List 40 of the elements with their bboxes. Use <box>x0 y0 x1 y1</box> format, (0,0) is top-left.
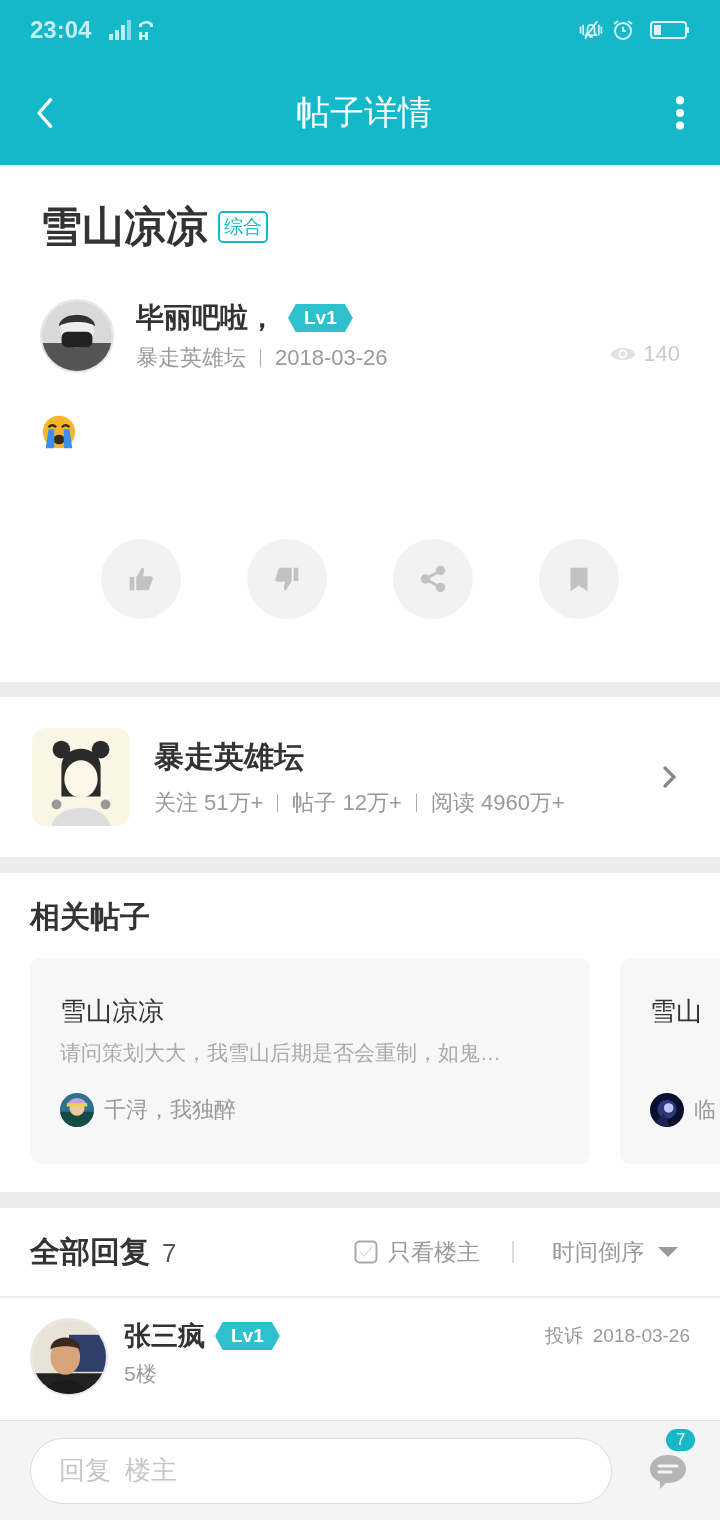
related-post-title: 雪山凉凉 <box>60 995 165 1028</box>
post-date: 2018-03-26 <box>275 345 388 371</box>
crying-face-icon <box>40 413 78 451</box>
reply-date: 2018-03-26 <box>592 1325 690 1347</box>
comment-count-badge: 7 <box>666 1428 696 1451</box>
section-title: 相关帖子 <box>30 899 151 935</box>
battery-icon <box>650 20 690 40</box>
category-tag: 综合 <box>218 211 268 243</box>
section-title: 全部回复 <box>30 1233 150 1270</box>
related-post-card[interactable]: 雪山 临 <box>620 958 720 1164</box>
eye-icon <box>609 345 638 363</box>
author-name[interactable]: 临 <box>694 1095 716 1125</box>
reply-input-field[interactable]: 回复 楼主 <box>30 1437 612 1504</box>
page-title: 帖子详情 <box>295 91 433 133</box>
forum-stat: 阅读 4960万+ <box>430 788 565 817</box>
forum-name[interactable]: 暴走英雄坛 <box>136 343 246 373</box>
report-link[interactable]: 投诉 <box>544 1323 583 1349</box>
forum-stat: 关注 51万+ <box>154 788 264 817</box>
reply-count: 7 <box>162 1237 177 1269</box>
author-name[interactable]: 毕丽吧啦， <box>136 299 276 337</box>
post-title: 雪山凉凉 <box>40 202 208 252</box>
chevron-right-icon[interactable] <box>662 765 676 789</box>
related-post-excerpt: 请问策划大大，我雪山后期是否会重制，如鬼… <box>60 1040 502 1065</box>
level-badge: Lv1 <box>288 304 353 332</box>
level-badge: Lv1 <box>215 1322 280 1350</box>
author-name[interactable]: 千浔，我独醉 <box>104 1095 236 1125</box>
author-name[interactable]: 张三疯 <box>124 1318 205 1354</box>
floor-number: 5楼 <box>124 1361 158 1387</box>
more-icon[interactable] <box>674 94 686 131</box>
related-post-title: 雪山 <box>650 995 703 1028</box>
checkbox[interactable] <box>354 1240 378 1264</box>
related-post-card[interactable]: 雪山凉凉 请问策划大大，我雪山后期是否会重制，如鬼… 千浔，我独醉 <box>30 958 590 1164</box>
owner-only-toggle[interactable]: 只看楼主 <box>354 1236 480 1268</box>
forum-stat: 帖子 12万+ <box>292 788 402 817</box>
sort-dropdown[interactable]: 时间倒序 <box>552 1236 678 1268</box>
caret-icon <box>658 1246 678 1258</box>
forum-title: 暴走英雄坛 <box>154 738 305 775</box>
vibrate-off-icon <box>578 18 604 42</box>
status-time: 23:04 <box>30 16 92 44</box>
back-icon[interactable] <box>34 95 54 130</box>
